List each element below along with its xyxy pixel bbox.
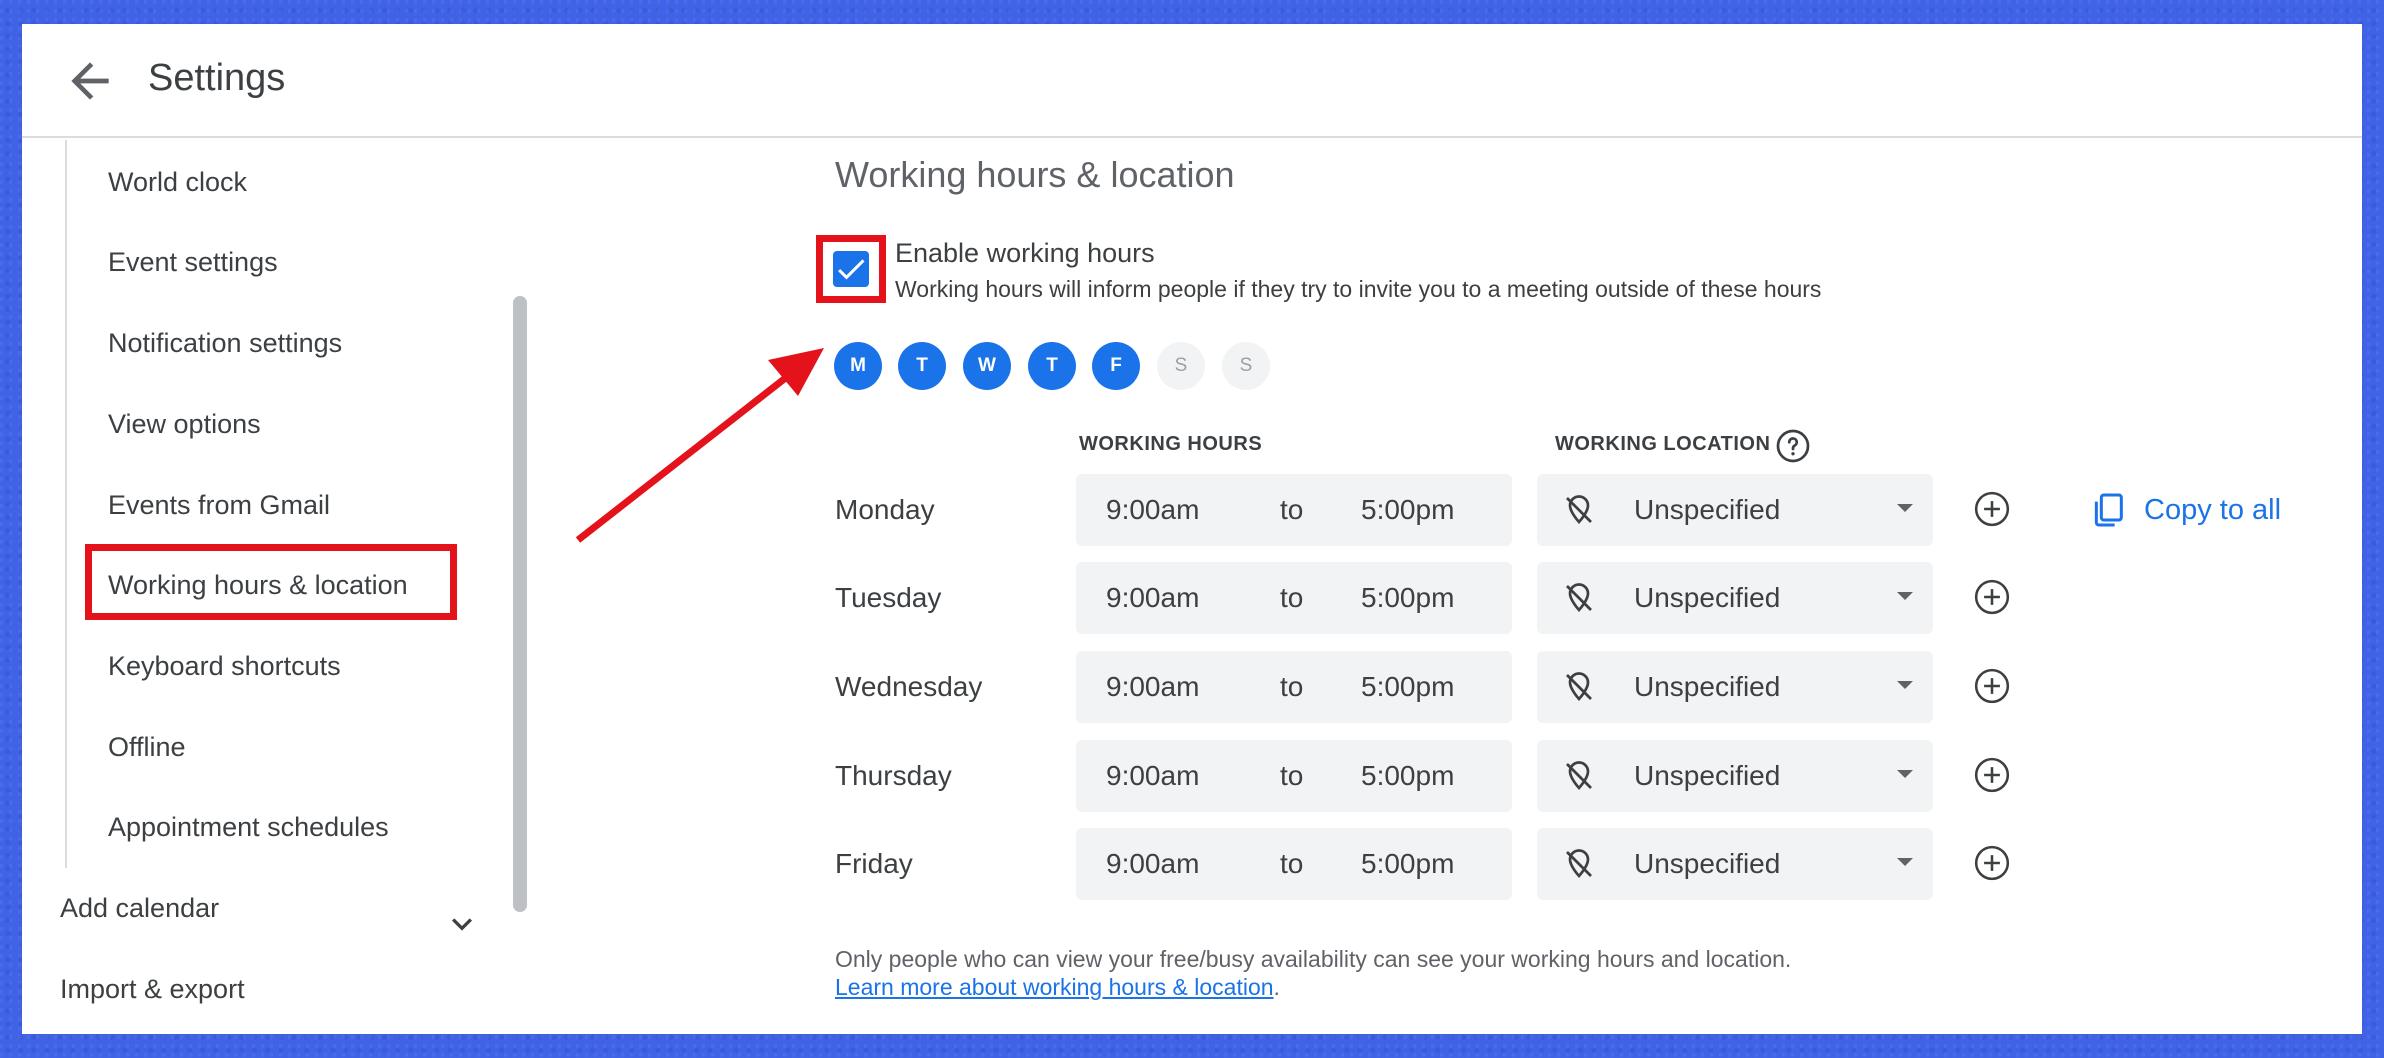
time-separator: to (1280, 494, 1304, 525)
time-separator: to (1280, 671, 1304, 702)
annotation-highlight-checkbox (816, 235, 886, 303)
end-time-thursday[interactable]: 5:00pm (1361, 758, 1454, 794)
sidebar-item-notification-settings[interactable]: Notification settings (108, 323, 342, 363)
location-value-tuesday: Unspecified (1634, 582, 1781, 613)
copy-to-all-button[interactable]: Copy to all (2088, 490, 2281, 530)
day-chip-friday[interactable]: F (1092, 342, 1140, 390)
sidebar-item-appointment-schedules[interactable]: Appointment schedules (108, 807, 389, 847)
day-chip-thursday[interactable]: T (1028, 342, 1076, 390)
start-time-monday[interactable]: 9:00am (1106, 492, 1199, 528)
add-circle-icon[interactable] (1973, 667, 2011, 705)
location-off-icon (1566, 761, 1592, 790)
location-off-icon (1566, 849, 1592, 878)
footer-note: Only people who can view your free/busy … (835, 946, 1792, 972)
day-chip-sunday[interactable]: S (1222, 342, 1270, 390)
location-off-icon (1566, 583, 1592, 612)
time-separator: to (1280, 582, 1304, 613)
dropdown-caret-icon (1897, 858, 1913, 866)
end-time-monday[interactable]: 5:00pm (1361, 492, 1454, 528)
day-chip-wednesday[interactable]: W (963, 342, 1011, 390)
dropdown-caret-icon (1897, 681, 1913, 689)
sidebar-import-export[interactable]: Import & export (60, 969, 245, 1009)
column-header-working-hours: WORKING HOURS (1079, 433, 1263, 455)
location-select-friday[interactable]: Unspecified (1537, 828, 1933, 900)
settings-window: Settings World clock Event settings Noti… (22, 24, 2362, 1034)
add-circle-icon[interactable] (1973, 490, 2011, 528)
location-select-wednesday[interactable]: Unspecified (1537, 651, 1933, 723)
end-time-wednesday[interactable]: 5:00pm (1361, 669, 1454, 705)
header: Settings (22, 24, 2362, 138)
learn-more-link[interactable]: Learn more about working hours & locatio… (835, 974, 1274, 1000)
start-time-tuesday[interactable]: 9:00am (1106, 580, 1199, 616)
row-label-thursday: Thursday (835, 760, 952, 791)
location-select-tuesday[interactable]: Unspecified (1537, 562, 1933, 634)
row-label-monday: Monday (835, 494, 935, 525)
copy-icon (2094, 493, 2123, 527)
location-value-monday: Unspecified (1634, 494, 1781, 525)
working-hours-wednesday: 9:00am to 5:00pm (1076, 651, 1512, 723)
dropdown-caret-icon (1897, 770, 1913, 778)
page-title: Settings (148, 57, 286, 99)
location-value-thursday: Unspecified (1634, 760, 1781, 791)
chevron-down-icon[interactable] (442, 904, 482, 944)
row-label-tuesday: Tuesday (835, 582, 942, 613)
copy-to-all-label: Copy to all (2144, 494, 2282, 526)
annotation-highlight-nav (85, 544, 457, 620)
location-value-wednesday: Unspecified (1634, 671, 1781, 702)
location-off-icon (1566, 495, 1592, 524)
time-separator: to (1280, 848, 1304, 879)
location-off-icon (1566, 672, 1592, 701)
footer-link-row: Learn more about working hours & locatio… (835, 972, 1280, 1002)
sidebar-item-event-settings[interactable]: Event settings (108, 242, 278, 282)
row-label-wednesday: Wednesday (835, 671, 983, 702)
day-chip-saturday[interactable]: S (1157, 342, 1205, 390)
sidebar-item-offline[interactable]: Offline (108, 727, 186, 767)
dropdown-caret-icon (1897, 592, 1913, 600)
time-separator: to (1280, 760, 1304, 791)
arrow-left-icon[interactable] (62, 53, 118, 109)
location-select-thursday[interactable]: Unspecified (1537, 740, 1933, 812)
section-title: Working hours & location (835, 154, 1235, 195)
add-circle-icon[interactable] (1973, 844, 2011, 882)
dropdown-caret-icon (1897, 504, 1913, 512)
enable-working-hours-label: Enable working hours (895, 238, 1155, 268)
sidebar-item-keyboard-shortcuts[interactable]: Keyboard shortcuts (108, 646, 341, 686)
sidebar-item-view-options[interactable]: View options (108, 404, 261, 444)
column-header-working-location: WORKING LOCATION (1555, 433, 1771, 455)
working-hours-monday: 9:00am to 5:00pm (1076, 474, 1512, 546)
end-time-friday[interactable]: 5:00pm (1361, 846, 1454, 882)
annotation-arrow-icon (575, 348, 824, 543)
location-value-friday: Unspecified (1634, 848, 1781, 879)
sidebar-add-calendar[interactable]: Add calendar (60, 888, 219, 928)
sidebar-scrollbar[interactable] (513, 296, 527, 912)
help-circle-icon[interactable] (1775, 428, 1811, 464)
day-chip-tuesday[interactable]: T (898, 342, 946, 390)
sidebar-divider (65, 140, 67, 868)
sidebar-item-world-clock[interactable]: World clock (108, 162, 247, 202)
footer-period: . (1273, 974, 1280, 1000)
add-circle-icon[interactable] (1973, 756, 2011, 794)
end-time-tuesday[interactable]: 5:00pm (1361, 580, 1454, 616)
start-time-thursday[interactable]: 9:00am (1106, 758, 1199, 794)
add-circle-icon[interactable] (1973, 578, 2011, 616)
location-select-monday[interactable]: Unspecified (1537, 474, 1933, 546)
working-hours-thursday: 9:00am to 5:00pm (1076, 740, 1512, 812)
start-time-friday[interactable]: 9:00am (1106, 846, 1199, 882)
row-label-friday: Friday (835, 848, 913, 879)
sidebar-item-events-from-gmail[interactable]: Events from Gmail (108, 485, 330, 525)
working-hours-friday: 9:00am to 5:00pm (1076, 828, 1512, 900)
working-hours-tuesday: 9:00am to 5:00pm (1076, 562, 1512, 634)
enable-working-hours-description: Working hours will inform people if they… (895, 276, 1822, 302)
start-time-wednesday[interactable]: 9:00am (1106, 669, 1199, 705)
